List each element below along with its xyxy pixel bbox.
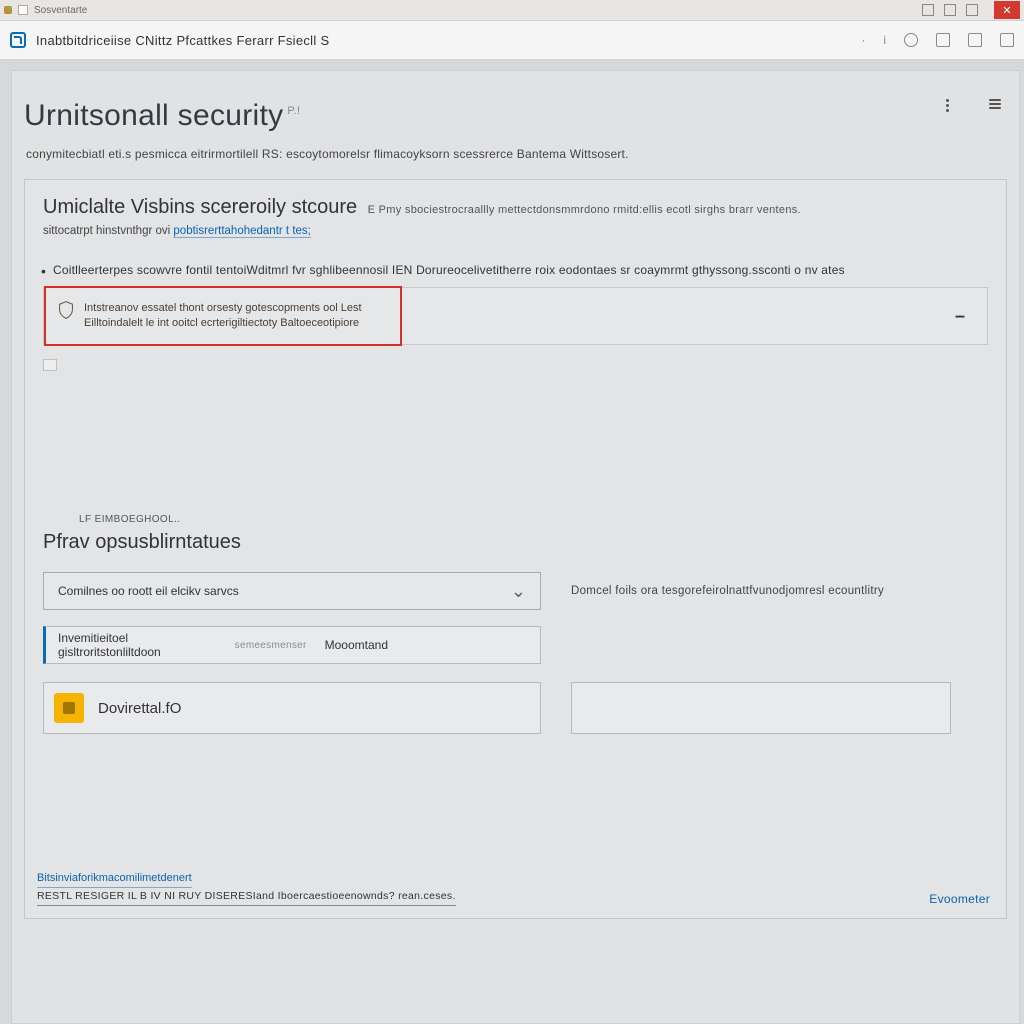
field-tag: Mooomtand xyxy=(325,638,388,652)
toolbar-bar-icon[interactable]: i xyxy=(883,33,886,47)
security-card: Umiclalte Visbins scereroily stcoure E P… xyxy=(24,179,1007,919)
hamburger-menu-icon[interactable] xyxy=(989,99,1001,112)
footer-link-1[interactable]: Bitsinviaforikmacomilimetdenert xyxy=(37,869,192,888)
text-field[interactable]: Invemitieitoel gisltroritstonliltdoon se… xyxy=(43,626,541,664)
footer-close-button[interactable]: Evoometer xyxy=(929,892,990,906)
footer-link-2[interactable]: RESTL RESIGER IL B IV NI RUY DISERESIand… xyxy=(37,888,456,906)
dropdown-value: Comilnes oo roott eil elcikv sarvcs xyxy=(58,584,239,598)
category-dropdown[interactable]: Comilnes oo roott eil elcikv sarvcs ⌄ xyxy=(43,572,541,610)
thumbnail-placeholder xyxy=(43,359,57,371)
window-chrome: Sosventarte ✕ xyxy=(0,0,1024,20)
dropdown-side-note: Domcel foils ora tesgorefeirolnattfvunod… xyxy=(571,585,884,597)
card-bullet: Coitlleerterpes scowvre fontil tentoiWdi… xyxy=(43,263,988,277)
os-logo-icon xyxy=(4,6,12,14)
dropdown-label: LF EIMBOEGHOOL.. xyxy=(79,514,180,525)
options-section: Pfrav opsusblirntatues LF EIMBOEGHOOL.. … xyxy=(43,531,988,734)
tab-favicon-icon xyxy=(18,5,28,15)
address-bar: Inabtbitdriceiise CNittz Pfcattkes Ferar… xyxy=(0,20,1024,60)
tab-title[interactable]: Sosventarte xyxy=(34,5,87,16)
app-icon xyxy=(10,32,26,48)
minimize-button[interactable] xyxy=(922,4,934,16)
page-title: Urnitsonall securityP.! xyxy=(24,99,300,132)
field-text: Invemitieitoel gisltroritstonliltdoon xyxy=(58,631,217,659)
toolbar-tick-icon[interactable]: · xyxy=(861,33,865,47)
card-subline: sittocatrpt hinstvnthgr ovi pobtisrertta… xyxy=(43,225,988,237)
card-footer: Bitsinviaforikmacomilimetdenert RESTL RE… xyxy=(25,859,1006,918)
kebab-menu-icon[interactable] xyxy=(946,99,949,112)
provider-badge-icon xyxy=(54,693,84,723)
window-close-button[interactable]: ✕ xyxy=(994,1,1020,19)
card-heading-suffix: E Pmy sbociestrocraallly mettectdonsmmrd… xyxy=(368,204,801,216)
alert-collapse-button[interactable]: – xyxy=(955,306,965,327)
field-placeholder: semeesmenser xyxy=(235,640,307,651)
alert-line2: Eilltoindalelt le int ooitcl ecrterigilt… xyxy=(84,316,362,331)
page-path: Inabtbitdriceiise CNittz Pfcattkes Ferar… xyxy=(36,33,329,48)
main-panel: Urnitsonall securityP.! conymitecbiatl e… xyxy=(11,70,1020,1024)
empty-option-slot[interactable] xyxy=(571,682,951,734)
provider-label: Dovirettal.fO xyxy=(98,700,181,717)
options-heading: Pfrav opsusblirntatues xyxy=(43,531,988,554)
toolbar-refresh-icon[interactable] xyxy=(904,33,918,47)
alert-line1: Intstreanov essatel thont orsesty gotesc… xyxy=(84,301,362,316)
provider-option[interactable]: Dovirettal.fO xyxy=(43,682,541,734)
card-subline-link[interactable]: pobtisrerttahohedantr t tes; xyxy=(173,225,310,238)
toolbar-profile-icon[interactable] xyxy=(1000,33,1014,47)
toolbar-settings-icon[interactable] xyxy=(968,33,982,47)
card-heading: Umiclalte Visbins scereroily stcoure xyxy=(43,196,357,218)
alert-box[interactable]: Intstreanov essatel thont orsesty gotesc… xyxy=(43,287,988,345)
restore-button[interactable] xyxy=(944,4,956,16)
page-intro: conymitecbiatl eti.s pesmicca eitrirmort… xyxy=(12,147,1019,171)
maximize-button[interactable] xyxy=(966,4,978,16)
shield-icon xyxy=(58,301,74,319)
chevron-down-icon: ⌄ xyxy=(511,581,526,602)
toolbar-box1-icon[interactable] xyxy=(936,33,950,47)
